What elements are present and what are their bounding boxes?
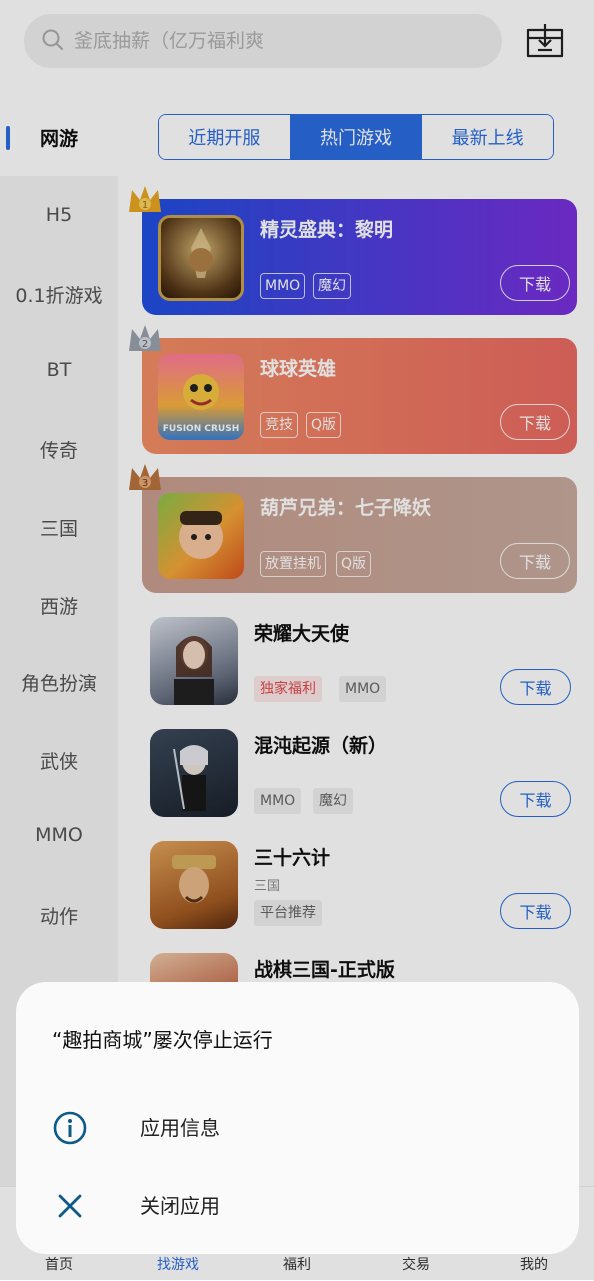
option-label: 关闭应用 bbox=[140, 1194, 220, 1218]
app-info-option[interactable]: 应用信息 bbox=[16, 1092, 579, 1162]
close-app-option[interactable]: 关闭应用 bbox=[16, 1170, 579, 1240]
dialog-title: “趣拍商城”屡次停止运行 bbox=[52, 1028, 273, 1052]
option-label: 应用信息 bbox=[140, 1116, 220, 1140]
close-icon bbox=[58, 1194, 82, 1218]
info-icon bbox=[53, 1111, 87, 1145]
app-crash-dialog: “趣拍商城”屡次停止运行 应用信息 关闭应用 bbox=[16, 982, 579, 1254]
